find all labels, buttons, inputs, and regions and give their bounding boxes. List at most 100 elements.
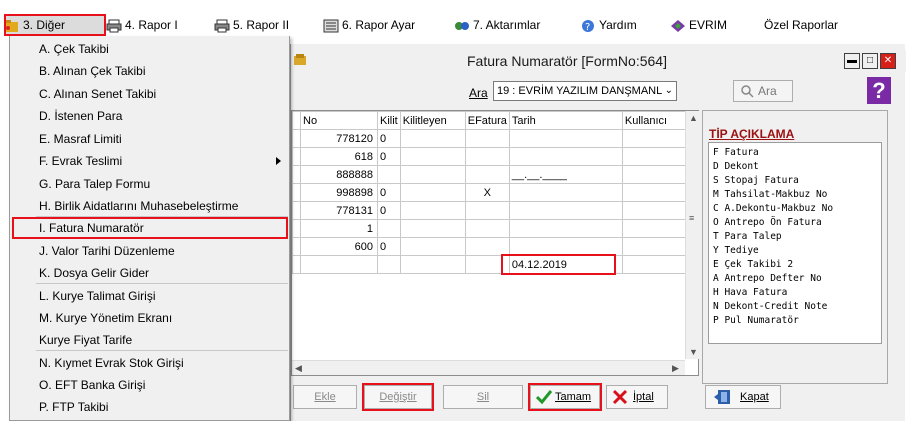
cell-kilit[interactable] — [377, 165, 401, 184]
dropdown-item-dosya-gelir-gider[interactable]: K. Dosya Gelir Gider — [11, 262, 289, 284]
column-header-tarih[interactable]: Tarih — [508, 111, 623, 130]
table-row[interactable]: 600 0 — [292, 237, 692, 256]
cell-kullanici[interactable] — [621, 255, 692, 274]
cell-tarih[interactable] — [508, 183, 623, 202]
dropdown-item-kurye-fiyat-tarife[interactable]: Kurye Fiyat Tarife — [11, 329, 289, 351]
cell-kilit[interactable]: 0 — [377, 183, 401, 202]
cell-tarih[interactable] — [508, 201, 623, 220]
cell-no[interactable]: 1 — [300, 219, 378, 238]
column-header-kilit[interactable]: Kilit — [377, 111, 401, 130]
cell-kilitleyen[interactable] — [399, 147, 466, 166]
dropdown-item-kiymet-evrak-stok-girisi[interactable]: N. Kıymet Evrak Stok Girişi — [11, 352, 289, 374]
minimize-button[interactable]: ▬ — [844, 53, 860, 69]
sil-button[interactable]: Sil — [443, 385, 523, 409]
column-header-efatura[interactable]: EFatura — [464, 111, 510, 130]
cell-no[interactable]: 888888 — [300, 165, 378, 184]
cell-efatura[interactable] — [464, 165, 510, 184]
row-indicator[interactable] — [292, 129, 301, 148]
column-header-no[interactable]: No — [300, 111, 378, 130]
dropdown-item-cek-takibi[interactable]: A. Çek Takibi — [11, 38, 289, 60]
cell-kullanici[interactable] — [621, 219, 692, 238]
cell-kilitleyen[interactable] — [399, 237, 466, 256]
cell-kullanici[interactable] — [621, 129, 692, 148]
row-indicator[interactable] — [292, 147, 301, 166]
cell-tarih[interactable]: __.__.____ — [508, 165, 623, 184]
cell-kilitleyen[interactable] — [399, 165, 466, 184]
dropdown-item-eft-banka-girisi[interactable]: O. EFT Banka Girişi — [11, 374, 289, 396]
dropdown-item-alinan-senet-takibi[interactable]: C. Alınan Senet Takibi — [11, 83, 289, 105]
dropdown-item-valor-tarihi-duzenleme[interactable]: J. Valor Tarihi Düzenleme — [11, 240, 289, 262]
horizontal-scrollbar[interactable]: ◀ ▶ — [292, 360, 685, 375]
menu-aktarimlar[interactable]: 7. Aktarımlar — [454, 14, 540, 36]
cell-kilit[interactable]: 0 — [377, 129, 401, 148]
cell-kilitleyen[interactable] — [399, 183, 466, 202]
maximize-button[interactable]: □ — [862, 53, 878, 69]
cell-no[interactable]: 600 — [300, 237, 378, 256]
cell-no[interactable]: 778131 — [300, 201, 378, 220]
dropdown-item-alinan-cek-takibi[interactable]: B. Alınan Çek Takibi — [11, 60, 289, 82]
cell-tarih[interactable] — [508, 147, 623, 166]
cell-kilitleyen[interactable] — [399, 201, 466, 220]
scroll-right-icon[interactable]: ▶ — [672, 363, 679, 374]
cell-tarih[interactable] — [508, 219, 623, 238]
cell-kilit[interactable] — [377, 219, 401, 238]
cell-kilit[interactable]: 0 — [377, 201, 401, 220]
menu-rapor-2[interactable]: 5. Rapor II — [214, 14, 289, 36]
menu-rapor-1[interactable]: 4. Rapor I — [106, 14, 178, 36]
cell-kilitleyen[interactable] — [399, 219, 466, 238]
cell-kilit[interactable]: 0 — [377, 147, 401, 166]
cell-tarih[interactable] — [508, 237, 623, 256]
table-row[interactable]: 618 0 — [292, 147, 692, 166]
dropdown-item-kurye-yonetim-ekrani[interactable]: M. Kurye Yönetim Ekranı — [11, 307, 289, 329]
cell-efatura[interactable] — [464, 129, 510, 148]
cell-kilit[interactable]: 0 — [377, 237, 401, 256]
row-indicator[interactable] — [292, 237, 301, 256]
row-indicator[interactable] — [292, 255, 301, 274]
table-row[interactable]: 04.12.2019 — [292, 255, 692, 274]
table-row[interactable]: 778120 0 — [292, 129, 692, 148]
dropdown-item-evrak-teslimi[interactable]: F. Evrak Teslimi — [11, 150, 289, 172]
kapat-button[interactable]: Kapat — [705, 385, 781, 409]
company-select[interactable]: 19 : EVRİM YAZILIM DANŞMANL ⌄ — [493, 81, 677, 101]
cell-kilitleyen[interactable] — [399, 129, 466, 148]
column-header-kullanici[interactable]: Kullanıcı — [621, 111, 692, 130]
menu-ozel-raporlar[interactable]: Özel Raporlar — [764, 14, 838, 36]
row-indicator[interactable] — [292, 201, 301, 220]
dropdown-item-para-talep-formu[interactable]: G. Para Talep Formu — [11, 173, 289, 195]
cell-kullanici[interactable] — [621, 201, 692, 220]
cell-no[interactable]: 998898 — [300, 183, 378, 202]
cell-kullanici[interactable] — [621, 147, 692, 166]
cell-kilit[interactable] — [377, 255, 401, 274]
cell-kullanici[interactable] — [621, 165, 692, 184]
dropdown-item-kurye-talimat-girisi[interactable]: L. Kurye Talimat Girişi — [11, 285, 289, 307]
ekle-button[interactable]: Ekle — [293, 385, 357, 409]
cell-efatura[interactable] — [464, 147, 510, 166]
menu-yardim[interactable]: ? Yardım — [580, 14, 637, 36]
scroll-grip-icon[interactable]: ≡ — [689, 213, 694, 223]
dropdown-item-ftp-takibi[interactable]: P. FTP Takibi — [11, 396, 289, 418]
cell-no[interactable] — [300, 255, 378, 274]
close-button[interactable]: ✕ — [880, 53, 896, 69]
scroll-left-icon[interactable]: ◀ — [295, 363, 302, 374]
table-row[interactable]: 888888 __.__.____ — [292, 165, 692, 184]
cell-kullanici[interactable] — [621, 237, 692, 256]
menu-rapor-ayar[interactable]: 6. Rapor Ayar — [323, 14, 415, 36]
table-row[interactable]: 998898 0 X — [292, 183, 692, 202]
cell-efatura[interactable]: X — [464, 183, 510, 202]
column-header-kilitleyen[interactable]: Kilitleyen — [399, 111, 466, 130]
menu-evrim[interactable]: EVRIM — [670, 14, 727, 36]
table-row[interactable]: 778131 0 — [292, 201, 692, 220]
cell-no[interactable]: 618 — [300, 147, 378, 166]
cell-kullanici[interactable] — [621, 183, 692, 202]
row-indicator[interactable] — [292, 219, 301, 238]
search-button[interactable]: Ara — [733, 80, 793, 102]
cell-efatura[interactable] — [464, 237, 510, 256]
cell-kilitleyen[interactable] — [399, 255, 466, 274]
scroll-up-icon[interactable]: ▲ — [689, 113, 698, 123]
table-row[interactable]: 1 — [292, 219, 692, 238]
help-question-icon[interactable]: ? — [867, 77, 891, 104]
iptal-button[interactable]: İptal — [606, 385, 668, 409]
vertical-scrollbar[interactable]: ▲ ≡ ▼ — [685, 111, 700, 359]
dropdown-item-masraf-limiti[interactable]: E. Masraf Limiti — [11, 128, 289, 150]
cell-efatura[interactable] — [464, 201, 510, 220]
